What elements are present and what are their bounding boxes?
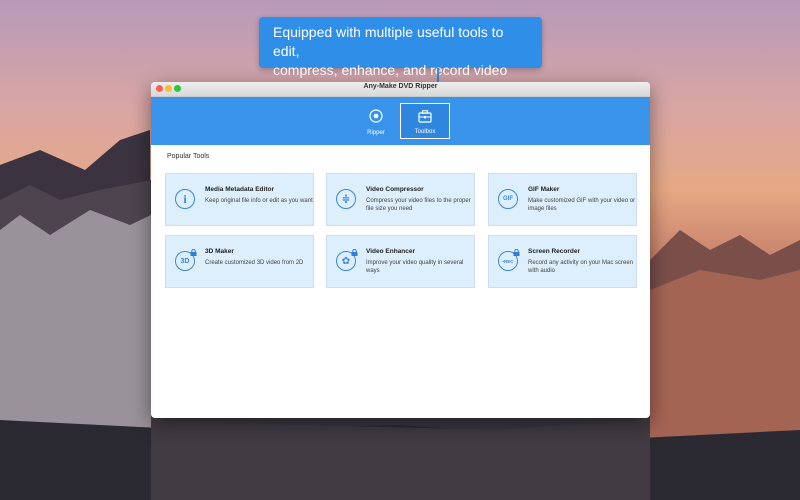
- feature-callout: Equipped with multiple useful tools to e…: [259, 17, 542, 78]
- tool-title: Media Metadata Editor: [205, 186, 274, 193]
- tab-toolbox[interactable]: Toolbox: [400, 103, 450, 139]
- compress-icon: ≑: [336, 189, 356, 209]
- tool-title: Video Enhancer: [366, 248, 416, 255]
- callout-line-2: compress, enhance, and record video: [273, 62, 508, 78]
- tool-title: GIF Maker: [528, 186, 560, 193]
- tool-title: Video Compressor: [366, 186, 424, 193]
- tool-card-media-metadata-editor[interactable]: i Media Metadata Editor Keep original fi…: [165, 173, 314, 226]
- toolbox-content: Popular Tools i Media Metadata Editor Ke…: [151, 145, 650, 288]
- tab-toolbox-label: Toolbox: [414, 129, 436, 135]
- info-icon: i: [175, 189, 195, 209]
- lock-icon: [351, 249, 358, 256]
- window-title: Any-Make DVD Ripper: [363, 83, 438, 90]
- lock-icon: [513, 249, 520, 256]
- toolbox-icon: [418, 110, 432, 123]
- tool-description: Improve your video quality in several wa…: [366, 260, 464, 274]
- gif-icon: GIF: [498, 189, 518, 209]
- tool-title: 3D Maker: [205, 248, 234, 255]
- tool-description: Create customized 3D video from 2D: [205, 260, 304, 266]
- tool-card-screen-recorder[interactable]: •REC Screen Recorder Record any activity…: [488, 235, 637, 288]
- tool-title: Screen Recorder: [528, 248, 581, 255]
- section-title: Popular Tools: [167, 153, 210, 160]
- tab-ripper[interactable]: Ripper: [351, 103, 401, 139]
- tool-description: Keep original file info or edit as you w…: [205, 198, 313, 204]
- tool-description: Record any activity on your Mac screen w…: [528, 260, 634, 274]
- tool-card-gif-maker[interactable]: GIF GIF Maker Make customized GIF with y…: [488, 173, 637, 226]
- tool-card-3d-maker[interactable]: 3D 3D Maker Create customized 3D video f…: [165, 235, 314, 288]
- callout-line-1: Equipped with multiple useful tools to e…: [273, 24, 504, 59]
- main-toolbar: Ripper Toolbox: [151, 97, 650, 145]
- tool-description: Compress your video files to the proper …: [366, 198, 471, 212]
- tool-card-video-compressor[interactable]: ≑ Video Compressor Compress your video f…: [326, 173, 475, 226]
- lock-icon: [190, 249, 197, 256]
- tool-description: Make customized GIF with your video or i…: [528, 198, 636, 212]
- app-window: Any-Make DVD Ripper Ripper Toolbox Popul…: [151, 82, 650, 418]
- title-bar[interactable]: Any-Make DVD Ripper: [151, 82, 650, 97]
- disc-icon: [369, 109, 383, 123]
- tool-card-video-enhancer[interactable]: ✿ Video Enhancer Improve your video qual…: [326, 235, 475, 288]
- tab-ripper-label: Ripper: [367, 130, 385, 136]
